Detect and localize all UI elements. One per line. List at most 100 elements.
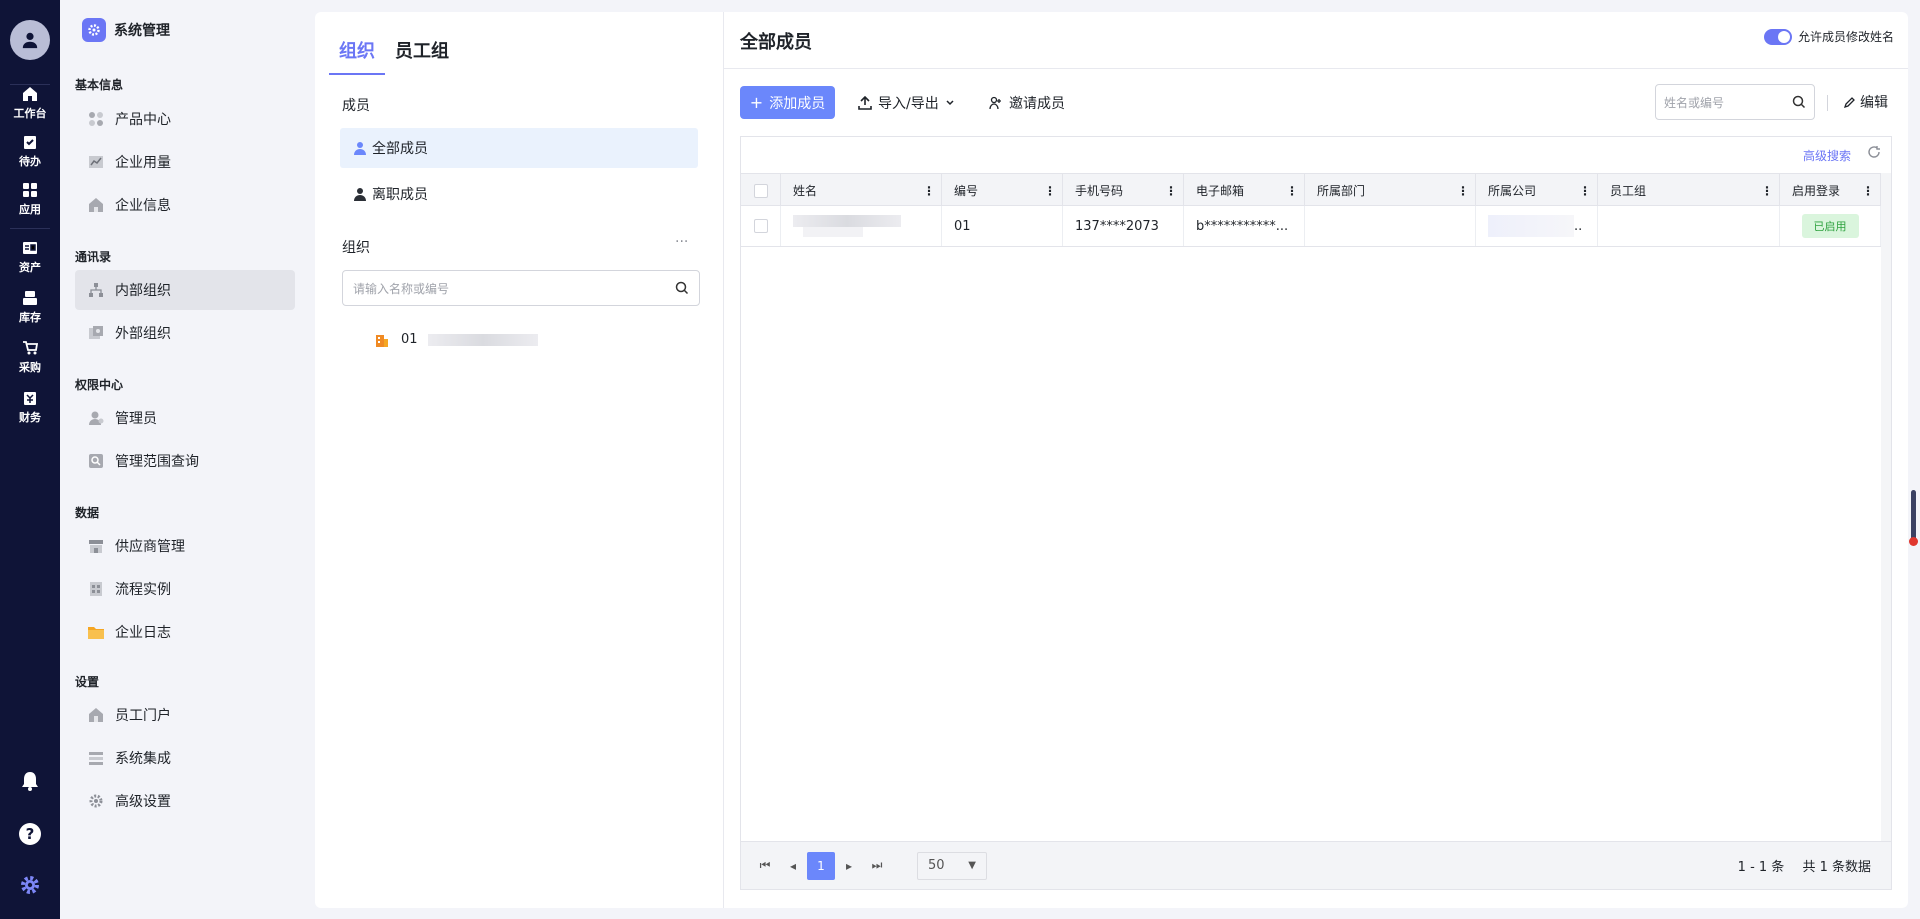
store-icon xyxy=(87,537,105,555)
column-menu-icon[interactable]: ⋮ xyxy=(1862,184,1874,198)
nav-item-purchase[interactable]: 采购 xyxy=(0,340,60,375)
finance-icon xyxy=(24,392,36,405)
menu-item-system-integration[interactable]: 系统集成 xyxy=(75,738,295,778)
menu-item-advanced-settings[interactable]: 高级设置 xyxy=(75,781,295,821)
column-menu-icon[interactable]: ⋮ xyxy=(1044,184,1056,198)
column-menu-icon[interactable]: ⋮ xyxy=(1457,184,1469,198)
next-page-icon[interactable]: ▸ xyxy=(835,852,863,880)
refresh-icon[interactable] xyxy=(1867,145,1881,163)
menu-item-supplier[interactable]: 供应商管理 xyxy=(75,526,295,566)
member-search-input[interactable]: 姓名或编号 xyxy=(1655,84,1815,120)
nav-item-inventory[interactable]: 库存 xyxy=(0,290,60,325)
prev-page-icon[interactable]: ◂ xyxy=(779,852,807,880)
menu-item-employee-portal[interactable]: 员工门户 xyxy=(75,695,295,735)
row-checkbox[interactable] xyxy=(753,219,768,233)
left-members-item[interactable]: 离职成员 xyxy=(340,174,698,214)
help-button[interactable]: ? xyxy=(0,822,60,846)
menu-group-data: 数据 xyxy=(75,506,100,520)
system-logo-icon xyxy=(82,18,106,42)
header-divider xyxy=(724,68,1908,69)
cell-employee-group xyxy=(1598,206,1780,246)
notification-bell[interactable] xyxy=(0,770,60,792)
cell-phone: 137****2073 xyxy=(1063,206,1184,246)
asset-icon xyxy=(23,242,37,254)
column-menu-icon[interactable]: ⋮ xyxy=(1286,184,1298,198)
cell-login-enabled: 已启用 xyxy=(1780,206,1881,246)
col-header-phone[interactable]: 手机号码 ⋮ xyxy=(1063,174,1184,207)
first-page-icon[interactable]: ⏮ xyxy=(751,852,779,880)
chevron-down-icon xyxy=(946,99,954,105)
menu-item-enterprise-usage[interactable]: 企业用量 xyxy=(75,142,295,182)
settings-button[interactable] xyxy=(0,874,60,896)
allow-rename-toggle[interactable]: 允许成员修改姓名 xyxy=(1763,28,1894,45)
search-icon[interactable] xyxy=(1792,95,1806,109)
edit-button[interactable]: 编辑 xyxy=(1843,92,1888,112)
column-menu-icon[interactable]: ⋮ xyxy=(1579,184,1591,198)
column-menu-icon[interactable]: ⋮ xyxy=(923,184,935,198)
side-menu: 系统管理 基本信息 产品中心 企业用量 企业信息 通讯录 内部组织 外部组织 权… xyxy=(60,0,309,919)
tab-employee-group[interactable]: 员工组 xyxy=(385,37,459,75)
invite-member-button[interactable]: 邀请成员 xyxy=(989,86,1065,119)
building-icon xyxy=(87,196,105,214)
org-section-label: 组织 xyxy=(342,240,370,256)
nav-item-apps[interactable]: 应用 xyxy=(0,182,60,217)
redacted-name xyxy=(793,215,901,227)
menu-item-external-org[interactable]: 外部组织 xyxy=(75,313,295,353)
menu-item-enterprise-log[interactable]: 企业日志 xyxy=(75,612,295,652)
import-export-button[interactable]: 导入/导出 xyxy=(858,86,955,119)
menu-item-enterprise-info[interactable]: 企业信息 xyxy=(75,185,295,225)
grid-icon xyxy=(23,183,37,197)
tab-org[interactable]: 组织 xyxy=(329,37,385,75)
menu-item-internal-org[interactable]: 内部组织 xyxy=(75,270,295,310)
redacted-company xyxy=(1488,215,1574,237)
nav-item-finance[interactable]: 财务 xyxy=(0,390,60,425)
status-badge: 已启用 xyxy=(1801,214,1859,238)
nav-item-assets[interactable]: 资产 xyxy=(0,240,60,275)
col-header-dept[interactable]: 所属部门 ⋮ xyxy=(1305,174,1476,207)
clipboard-check-icon xyxy=(24,136,36,149)
column-menu-icon[interactable]: ⋮ xyxy=(1165,184,1177,198)
col-header-email[interactable]: 电子邮箱 ⋮ xyxy=(1184,174,1305,207)
col-header-name[interactable]: 姓名 ⋮ xyxy=(781,174,942,207)
menu-item-admin-scope-query[interactable]: 管理范围查询 xyxy=(75,441,295,481)
search-icon[interactable] xyxy=(675,281,689,295)
members-section-label: 成员 xyxy=(342,98,370,114)
table-row[interactable]: 01 137****2073 b***********... .. 已启用 xyxy=(741,206,1881,247)
menu-item-process-instance[interactable]: 流程实例 xyxy=(75,569,295,609)
menu-item-product-center[interactable]: 产品中心 xyxy=(75,99,295,139)
company-icon xyxy=(376,334,388,347)
help-icon: ? xyxy=(19,823,41,845)
last-page-icon[interactable]: ⏭ xyxy=(863,852,891,880)
menu-item-admin[interactable]: 管理员 xyxy=(75,398,295,438)
page-size-select[interactable]: 50 ▼ xyxy=(917,851,987,880)
col-header-code[interactable]: 编号 ⋮ xyxy=(942,174,1063,207)
org-search-input[interactable]: 请输入名称或编号 xyxy=(342,270,700,306)
add-member-button[interactable]: + 添加成员 xyxy=(740,86,835,119)
thermometer-widget-icon[interactable] xyxy=(1909,490,1918,546)
user-avatar[interactable] xyxy=(10,20,50,60)
menu-group-settings: 设置 xyxy=(75,675,100,689)
col-header-company[interactable]: 所属公司 ⋮ xyxy=(1476,174,1598,207)
col-header-login-enabled[interactable]: 启用登录 ⋮ xyxy=(1780,174,1881,207)
table-scrollbar[interactable] xyxy=(1881,173,1891,855)
nav-item-todo[interactable]: 待办 xyxy=(0,134,60,169)
column-menu-icon[interactable]: ⋮ xyxy=(1761,184,1773,198)
nav-rail: 工作台 待办 应用 资产 库存 采购 财务 ? xyxy=(0,0,60,919)
main-card: 组织 员工组 成员 全部成员 离职成员 组织 ··· 请输入名称或编号 01 全… xyxy=(315,12,1908,908)
redacted-name-sub xyxy=(803,227,863,237)
menu-group-permissions: 权限中心 xyxy=(75,378,124,392)
page-number[interactable]: 1 xyxy=(807,851,835,880)
org-tree-node[interactable]: 01 xyxy=(375,332,538,347)
cart-icon xyxy=(23,341,38,355)
pager-info: 1 - 1 条 共 1 条数据 xyxy=(1737,860,1871,875)
menu-group-basic: 基本信息 xyxy=(75,78,124,92)
col-header-employee-group[interactable]: 员工组 ⋮ xyxy=(1598,174,1780,207)
org-more-button[interactable]: ··· xyxy=(675,234,688,250)
nav-item-workbench[interactable]: 工作台 xyxy=(0,86,60,121)
all-members-item[interactable]: 全部成员 xyxy=(340,128,698,168)
toggle-switch[interactable] xyxy=(1763,28,1792,45)
select-all-checkbox[interactable] xyxy=(753,183,768,198)
svg-text:?: ? xyxy=(26,825,35,843)
select-all-cell xyxy=(741,174,781,207)
advanced-search-link[interactable]: 高级搜索 xyxy=(1803,147,1851,164)
